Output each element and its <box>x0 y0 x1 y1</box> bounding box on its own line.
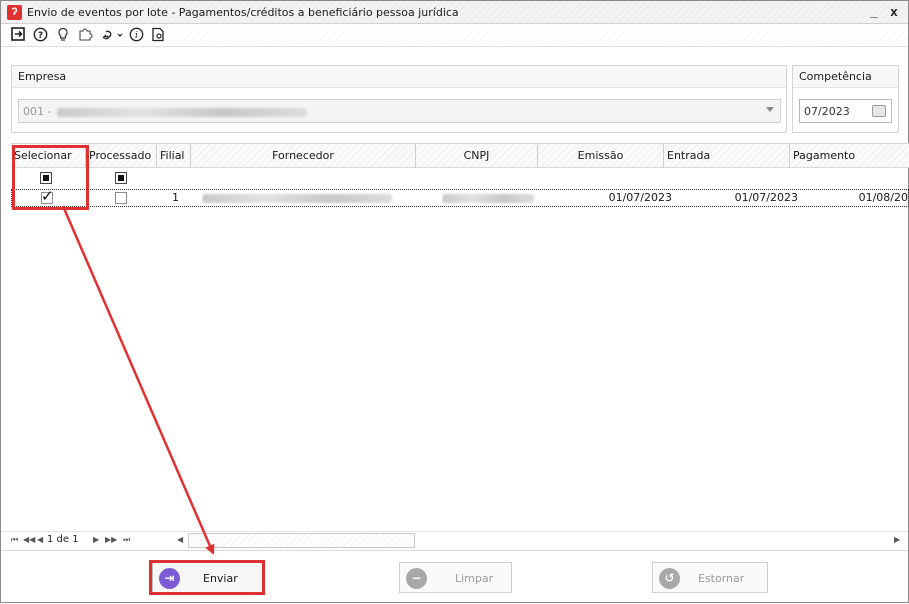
competencia-label: Competência <box>793 66 898 88</box>
row-select-checkbox[interactable]: ✓ <box>41 187 54 205</box>
checkmark-icon: ✓ <box>41 187 54 205</box>
svg-text:i: i <box>135 31 138 41</box>
prev-block-icon[interactable]: ◀◀ <box>23 534 35 546</box>
column-header-processado[interactable]: Processado <box>86 144 157 168</box>
column-header-emissao[interactable]: Emissão <box>538 144 664 168</box>
redacted-cnpj <box>442 193 534 203</box>
undo-icon: ↺ <box>659 568 680 589</box>
column-header-entrada[interactable]: Entrada <box>664 144 790 168</box>
lightbulb-icon[interactable] <box>54 27 72 45</box>
page-indicator: 1 de 1 <box>47 534 79 545</box>
competencia-value: 07/2023 <box>804 105 850 118</box>
competencia-panel: Competência 07/2023 <box>792 65 899 133</box>
puzzle-icon[interactable] <box>76 27 94 45</box>
redacted-fornecedor <box>202 193 392 203</box>
app-logo-icon: ʔ <box>7 5 22 20</box>
title-bar: ʔ Envio de eventos por lote - Pagamentos… <box>1 1 908 24</box>
first-page-icon[interactable]: ⏮ <box>11 534 18 546</box>
cell-pagamento: 01/08/20 <box>858 191 908 204</box>
column-header-selecionar[interactable]: Selecionar <box>11 144 86 168</box>
scrollbar-thumb[interactable] <box>188 533 415 548</box>
empresa-label: Empresa <box>12 66 786 88</box>
processado-filter-checkbox[interactable] <box>115 172 127 184</box>
link-icon[interactable] <box>99 27 125 45</box>
cell-cnpj <box>442 190 542 206</box>
column-header-fornecedor[interactable]: Fornecedor <box>191 144 416 168</box>
toolbar: ? i <box>1 25 908 47</box>
minus-circle-icon: − <box>406 568 427 589</box>
select-all-checkbox[interactable] <box>40 172 52 184</box>
next-block-icon[interactable]: ▶▶ <box>105 534 117 546</box>
grid-header: Selecionar Processado Filial Fornecedor … <box>11 144 909 168</box>
main-window: ʔ Envio de eventos por lote - Pagamentos… <box>0 0 909 603</box>
estornar-label: Estornar <box>698 572 745 585</box>
calendar-icon[interactable] <box>872 105 886 117</box>
row-processado-checkbox[interactable] <box>115 192 127 204</box>
chevron-down-icon[interactable] <box>766 107 774 112</box>
prev-page-icon[interactable]: ◀ <box>37 534 43 546</box>
exit-icon[interactable] <box>9 27 27 45</box>
estornar-button[interactable]: ↺ Estornar <box>652 562 768 593</box>
svg-text:?: ? <box>37 31 42 41</box>
empresa-panel: Empresa 001 - <box>11 65 787 133</box>
filter-row <box>11 169 909 187</box>
empresa-value: 001 - <box>23 105 307 118</box>
close-button[interactable]: x <box>885 3 903 21</box>
enviar-button[interactable]: ⇥ Enviar <box>152 562 265 593</box>
cell-fornecedor <box>202 190 402 206</box>
cell-emissao: 01/07/2023 <box>608 191 672 204</box>
events-grid: Selecionar Processado Filial Fornecedor … <box>11 143 909 549</box>
cell-entrada: 01/07/2023 <box>734 191 798 204</box>
pager: ⏮ ◀◀ ◀ 1 de 1 ▶ ▶▶ ⏭ ◀ ▶ <box>1 531 908 548</box>
document-icon[interactable] <box>149 27 167 45</box>
help-icon[interactable]: ? <box>31 27 49 45</box>
column-header-pagamento[interactable]: Pagamento <box>790 144 909 168</box>
horizontal-scrollbar[interactable]: ▶ <box>188 533 908 548</box>
competencia-field[interactable]: 07/2023 <box>799 99 892 123</box>
column-header-filial[interactable]: Filial <box>157 144 191 168</box>
next-page-icon[interactable]: ▶ <box>93 534 99 546</box>
last-page-icon[interactable]: ⏭ <box>123 534 130 546</box>
scroll-left-icon[interactable]: ◀ <box>177 534 183 546</box>
limpar-label: Limpar <box>455 572 494 585</box>
scroll-right-icon[interactable]: ▶ <box>894 534 900 546</box>
info-icon[interactable]: i <box>127 27 145 45</box>
footer-bar: ⇥ Enviar − Limpar ↺ Estornar <box>1 550 908 602</box>
cell-filial: 1 <box>172 191 179 204</box>
table-row[interactable]: ✓ 1 01/07/2023 01/07/2023 01/08/20 <box>11 189 909 207</box>
send-icon: ⇥ <box>159 568 180 589</box>
limpar-button[interactable]: − Limpar <box>399 562 512 593</box>
minimize-button[interactable]: _ <box>865 3 883 21</box>
column-header-cnpj[interactable]: CNPJ <box>416 144 538 168</box>
redacted-company-name <box>56 107 307 117</box>
enviar-label: Enviar <box>203 572 238 585</box>
empresa-combo[interactable]: 001 - <box>18 99 781 123</box>
window-title: Envio de eventos por lote - Pagamentos/c… <box>27 6 459 19</box>
